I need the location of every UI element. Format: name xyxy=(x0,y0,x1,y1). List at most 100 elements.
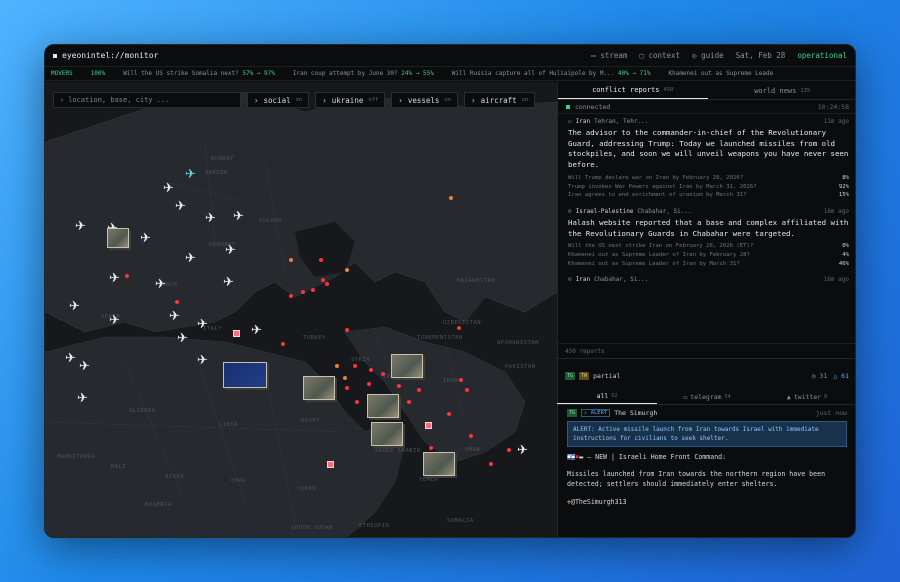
ticker-item[interactable]: Iran coup attempt by June 30? 24% → 55% xyxy=(293,70,434,77)
market-row[interactable]: Khamenei out as Supreme Leader of Iran b… xyxy=(568,260,849,269)
market-row[interactable]: Iran agrees to end enrichment of uranium… xyxy=(568,191,849,200)
strike-marker[interactable] xyxy=(289,294,293,298)
event-marker[interactable] xyxy=(335,364,339,368)
strike-marker[interactable] xyxy=(355,400,359,404)
aircraft-icon[interactable]: ✈ xyxy=(109,314,120,327)
tab-all[interactable]: all 62 xyxy=(557,389,657,404)
strike-marker[interactable] xyxy=(447,412,451,416)
strike-marker[interactable] xyxy=(469,434,473,438)
market-row[interactable]: Trump invokes War Powers against Iran by… xyxy=(568,183,849,192)
strike-marker[interactable] xyxy=(489,462,493,466)
ticker-item[interactable]: Khamenei out as Supreme Leade xyxy=(668,70,773,77)
media-thumbnail[interactable] xyxy=(391,354,423,378)
aircraft-icon[interactable]: ✈ xyxy=(177,332,188,345)
aircraft-icon[interactable]: ✈ xyxy=(197,318,208,331)
strike-marker[interactable] xyxy=(301,290,305,294)
map-toolbar: › location, base, city ... › social on › … xyxy=(53,92,536,108)
strike-marker[interactable] xyxy=(345,386,349,390)
event-marker[interactable] xyxy=(345,268,349,272)
toggle-social[interactable]: › social on xyxy=(247,92,310,108)
aircraft-icon[interactable]: ✈ xyxy=(175,200,186,213)
strike-marker[interactable] xyxy=(175,300,179,304)
map-label: KAZAKHSTAN xyxy=(457,278,496,284)
aircraft-icon[interactable]: ✈ xyxy=(517,444,528,457)
event-marker[interactable] xyxy=(289,258,293,262)
tab-world-news[interactable]: world news 135 xyxy=(708,82,856,99)
media-thumbnail[interactable] xyxy=(223,362,267,388)
toggle-ukraine[interactable]: › ukraine off xyxy=(315,92,386,108)
aircraft-icon[interactable]: ✈ xyxy=(223,276,234,289)
alert-marker[interactable] xyxy=(425,422,432,429)
tab-label: all xyxy=(596,392,609,400)
strike-marker[interactable] xyxy=(345,328,349,332)
aircraft-icon[interactable]: ✈ xyxy=(79,360,90,373)
strike-marker[interactable] xyxy=(369,368,373,372)
strike-marker[interactable] xyxy=(381,372,385,376)
strike-marker[interactable] xyxy=(507,448,511,452)
strike-marker[interactable] xyxy=(459,378,463,382)
aircraft-icon[interactable]: ✈ xyxy=(77,392,88,405)
aircraft-icon[interactable]: ✈ xyxy=(109,272,120,285)
strike-marker[interactable] xyxy=(321,278,325,282)
aircraft-icon[interactable]: ✈ xyxy=(225,244,236,257)
context-button[interactable]: ▢ context xyxy=(639,51,680,60)
strike-marker[interactable] xyxy=(319,258,323,262)
ticker-text: Will Russia capture all of Huliaipole by… xyxy=(451,70,615,77)
media-thumbnail[interactable] xyxy=(367,394,399,418)
media-thumbnail[interactable] xyxy=(303,376,335,400)
report-card[interactable]: ⊘ Iran Chabahar, Si... 16m ago xyxy=(568,276,849,283)
strike-marker[interactable] xyxy=(367,382,371,386)
report-feed[interactable]: ▭ Iran Tehran, Tehr... 11m ago The advisor … xyxy=(558,114,855,344)
market-row[interactable]: Will the US next strike Iran on February… xyxy=(568,242,849,251)
strike-marker[interactable] xyxy=(429,446,433,450)
aircraft-icon[interactable]: ✈ xyxy=(185,168,196,181)
aircraft-icon[interactable]: ✈ xyxy=(140,232,151,245)
strike-marker[interactable] xyxy=(465,388,469,392)
aircraft-icon[interactable]: ✈ xyxy=(155,278,166,291)
aircraft-icon[interactable]: ✈ xyxy=(163,182,174,195)
tab-twitter[interactable]: ▲ twitter 8 xyxy=(757,389,855,404)
aircraft-icon[interactable]: ✈ xyxy=(75,220,86,233)
social-post[interactable]: TG ⚠ ALERT The Simurgh just now ALERT: Acti… xyxy=(557,409,855,514)
market-row[interactable]: Will Trump declare war on Iran by Februa… xyxy=(568,174,849,183)
strike-marker[interactable] xyxy=(281,342,285,346)
media-thumbnail[interactable] xyxy=(423,452,455,476)
tab-telegram[interactable]: ▭ telegram 54 xyxy=(657,389,757,404)
market-row[interactable]: Khamenei out as Supreme Leader of Iran b… xyxy=(568,251,849,260)
market-prob: 8% xyxy=(842,174,849,181)
aircraft-icon[interactable]: ✈ xyxy=(233,210,244,223)
aircraft-icon[interactable]: ✈ xyxy=(251,324,262,337)
aircraft-icon[interactable]: ✈ xyxy=(169,310,180,323)
world-map[interactable]: NORWAY SWEDEN POLAND KAZAKHSTAN UZBEKIST… xyxy=(45,82,557,537)
aircraft-icon[interactable]: ✈ xyxy=(205,212,216,225)
toggle-label: ukraine xyxy=(331,95,364,105)
event-marker[interactable] xyxy=(449,196,453,200)
aircraft-icon[interactable]: ✈ xyxy=(69,300,80,313)
strike-marker[interactable] xyxy=(417,388,421,392)
event-marker[interactable] xyxy=(343,376,347,380)
toggle-vessels[interactable]: › vessels on xyxy=(391,92,459,108)
location-search-input[interactable]: › location, base, city ... xyxy=(53,92,241,108)
toggle-aircraft[interactable]: › aircraft on xyxy=(464,92,536,108)
strike-marker[interactable] xyxy=(311,288,315,292)
strike-marker[interactable] xyxy=(125,274,129,278)
media-thumbnail[interactable] xyxy=(371,422,403,446)
strike-marker[interactable] xyxy=(397,384,401,388)
aircraft-icon[interactable]: ✈ xyxy=(65,352,76,365)
media-thumbnail[interactable] xyxy=(107,228,129,248)
ticker-item[interactable]: Will Russia capture all of Huliaipole by… xyxy=(452,70,651,77)
strike-marker[interactable] xyxy=(407,400,411,404)
guide-button[interactable]: ◎ guide xyxy=(692,51,724,60)
aircraft-icon[interactable]: ✈ xyxy=(185,252,196,265)
strike-marker[interactable] xyxy=(457,326,461,330)
stream-button[interactable]: ▭ stream xyxy=(591,51,627,60)
alert-marker[interactable] xyxy=(233,330,240,337)
aircraft-icon[interactable]: ✈ xyxy=(197,354,208,367)
report-card[interactable]: ⊘ Israel-Palestine Chabahar, Si... 16m ago … xyxy=(568,208,849,268)
report-card[interactable]: ▭ Iran Tehran, Tehr... 11m ago The advisor … xyxy=(568,118,849,200)
strike-marker[interactable] xyxy=(353,364,357,368)
tab-conflict-reports[interactable]: conflict reports 450 xyxy=(558,82,708,99)
strike-marker[interactable] xyxy=(325,282,329,286)
ticker-item[interactable]: Will the US strike Somalia next? 57% → 9… xyxy=(123,70,275,77)
alert-marker[interactable] xyxy=(327,461,334,468)
